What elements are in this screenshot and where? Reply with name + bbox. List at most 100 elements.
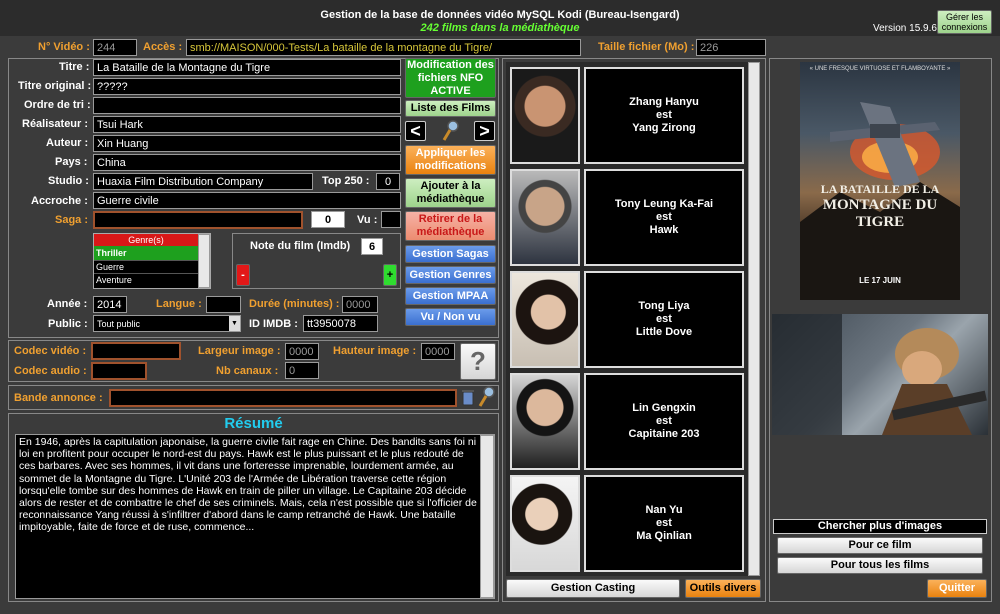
rating-minus-button[interactable]: - [236,264,250,286]
version-label: Version 15.9.6 [873,23,937,34]
actor-photo [510,67,580,164]
actor-photo [510,169,580,266]
chevron-down-icon[interactable]: ▼ [229,316,240,331]
film-list-button[interactable]: Liste des Films [405,100,496,117]
rating-field[interactable]: 6 [361,238,383,255]
images-for-this-film-button[interactable]: Pour ce film [777,537,983,554]
poster-tagline: « UNE FRESQUE VIRTUOSE ET FLAMBOYANTE » [809,66,951,72]
year-label: Année : [47,298,88,310]
filesize-field[interactable]: 226 [696,39,766,56]
search-icon[interactable] [442,120,460,142]
imdb-field[interactable]: tt3950078 [303,315,378,332]
public-select[interactable]: Tout public [93,315,241,332]
summary-textarea[interactable]: En 1946, après la capitulation japonaise… [15,434,495,599]
height-field[interactable]: 0000 [421,343,455,360]
actor-photo [510,373,580,470]
role-name: Hawk [649,224,679,236]
cast-card[interactable]: Lin Gengxin est Capitaine 203 [510,373,744,470]
quit-button[interactable]: Quitter [927,579,987,598]
manage-sagas-button[interactable]: Gestion Sagas [405,245,496,263]
actor-name: Lin Gengxin [632,402,696,414]
top250-label: Top 250 : [322,175,370,187]
access-path-field[interactable]: smb://MAISON/000-Tests/La bataille de la… [186,39,581,56]
audio-codec-field[interactable] [91,362,147,380]
nfo-modification-button[interactable]: Modification des fichiers NFO ACTIVE [405,58,496,98]
original-title-field[interactable]: ????? [93,78,401,95]
film-count: 242 films dans la médiathèque [420,22,580,34]
language-field[interactable] [206,296,241,313]
fanart-image[interactable] [772,314,988,435]
access-label: Accès : [143,41,183,53]
video-codec-field[interactable] [91,342,181,360]
est-label: est [656,211,672,223]
width-field[interactable]: 0000 [285,343,319,360]
apply-changes-button[interactable]: Appliquer les modifications [405,145,496,175]
poster-date: LE 17 JUIN [859,276,901,285]
tagline-field[interactable]: Guerre civile [93,192,401,209]
actor-photo [510,271,580,368]
genres-listbox[interactable]: Genre(s) Thriller Guerre Aventure [93,233,211,289]
poster-title-2: MONTAGNE DU TIGRE [822,197,938,230]
trash-icon[interactable] [462,389,474,406]
next-button[interactable]: > [474,121,495,141]
prev-button[interactable]: < [405,121,426,141]
seen-toggle-button[interactable]: Vu / Non vu [405,308,496,326]
channels-label: Nb canaux : [216,365,279,377]
poster-image[interactable]: « UNE FRESQUE VIRTUOSE ET FLAMBOYANTE » … [800,62,960,300]
language-label: Langue : [156,298,202,310]
duration-field[interactable]: 0000 [342,296,378,313]
saga-label: Saga : [55,214,89,226]
remove-from-library-button[interactable]: Retirer de la médiathèque [405,211,496,241]
saga-number-field[interactable]: 0 [311,211,345,228]
tools-button[interactable]: Outils divers [685,579,761,598]
country-field[interactable]: China [93,154,401,171]
author-label: Auteur : [46,137,89,149]
video-codec-label: Codec vidéo : [14,345,87,357]
rating-plus-button[interactable]: + [383,264,397,286]
summary-scrollbar[interactable] [480,435,494,598]
cast-card[interactable]: Tong Liya est Little Dove [510,271,744,368]
casting-button[interactable]: Gestion Casting [506,579,680,598]
genre-item[interactable]: Guerre [94,260,198,273]
search-icon[interactable] [478,386,496,408]
studio-field[interactable]: Huaxia Film Distribution Company [93,173,313,190]
genre-item[interactable]: Aventure [94,273,198,286]
original-title-label: Titre original : [18,80,92,92]
cast-card[interactable]: Zhang Hanyu est Yang Zirong [510,67,744,164]
video-no-field[interactable]: 244 [93,39,137,56]
genre-item[interactable]: Thriller [94,246,198,260]
more-images-label: Chercher plus d'images [773,519,987,534]
manage-connections-button[interactable]: Gérer les connexions [937,10,992,34]
rating-label: Note du film (Imdb) [250,240,351,252]
title-field[interactable]: La Bataille de la Montagne du Tigre [93,59,401,76]
trailer-field[interactable] [109,389,457,407]
manage-genres-button[interactable]: Gestion Genres [405,266,496,284]
author-field[interactable]: Xin Huang [93,135,401,152]
filesize-label: Taille fichier (Mo) : [598,41,695,53]
summary-text: En 1946, après la capitulation japonaise… [19,436,477,534]
saga-field[interactable] [93,211,303,229]
sort-field[interactable] [93,97,401,114]
genres-header: Genre(s) [94,234,198,246]
actor-name: Tong Liya [638,300,690,312]
cast-card[interactable]: Tony Leung Ka-Fai est Hawk [510,169,744,266]
images-for-all-films-button[interactable]: Pour tous les films [777,557,983,574]
seen-field[interactable] [381,211,401,228]
role-name: Little Dove [635,326,693,338]
channels-field[interactable]: 0 [285,362,319,379]
year-field[interactable]: 2014 [93,296,127,313]
trailer-label: Bande annonce : [14,392,103,404]
manage-mpaa-button[interactable]: Gestion MPAA [405,287,496,305]
width-label: Largeur image : [198,345,281,357]
add-to-library-button[interactable]: Ajouter à la médiathèque [405,178,496,208]
cast-card[interactable]: Nan Yu est Ma Qinlian [510,475,744,572]
genres-scrollbar[interactable] [198,234,210,288]
role-name: Ma Qinlian [636,530,692,542]
top250-field[interactable]: 0 [376,173,400,190]
help-button[interactable]: ? [460,343,496,380]
director-field[interactable]: Tsui Hark [93,116,401,133]
cast-scrollbar[interactable] [748,62,760,576]
tagline-label: Accroche : [31,195,88,207]
est-label: est [656,313,672,325]
director-label: Réalisateur : [22,118,89,130]
